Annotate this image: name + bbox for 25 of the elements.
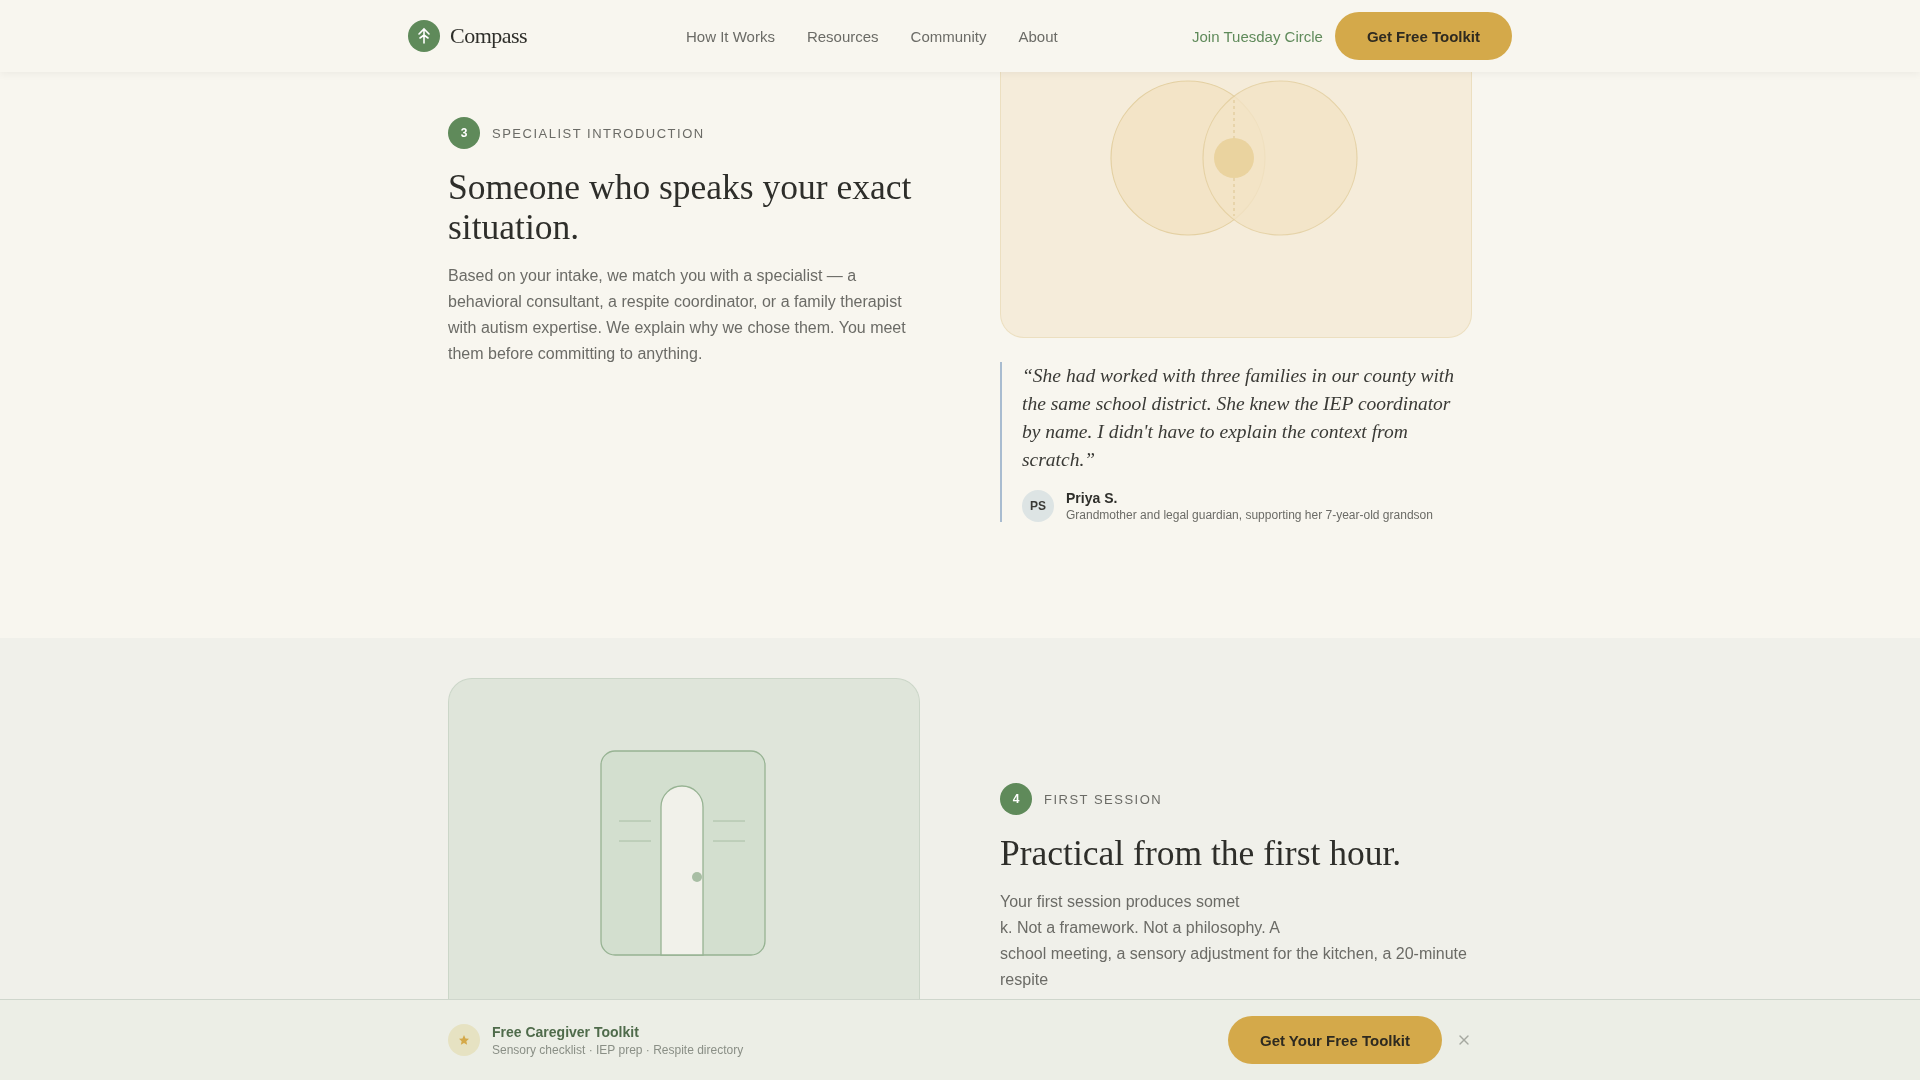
nav-link[interactable]: Community: [910, 27, 987, 45]
step-number: 4: [1000, 783, 1032, 815]
section-heading: Practical from the first hour.: [1000, 833, 1403, 873]
step-label: FIRST SESSION: [1044, 791, 1163, 807]
section-body: Based on your intake, we match you with a specialist — a behavioral consultant, a respite coordinator, or a family therapist with autism expertise. We explain why we chose them. You meet them before committing to anything.: [448, 266, 907, 364]
banner-title: Free Caregiver Toolkit: [492, 1023, 640, 1040]
logo-icon: [408, 20, 440, 52]
step-label: SPECIALIST INTRODUCTION: [492, 125, 705, 141]
toolkit-button[interactable]: Get Your Free Toolkit: [1227, 1016, 1442, 1064]
author-name: Priya S.: [1066, 490, 1119, 506]
section-body: Your first session produces somet: [1000, 892, 1240, 912]
avatar-initials: PS: [1022, 490, 1054, 522]
banner-subtitle: Sensory checklist · IEP prep · Respite directory: [492, 1042, 744, 1057]
nav-link[interactable]: Resources: [806, 27, 879, 45]
join-link[interactable]: Join Tuesday Circle: [1192, 27, 1323, 45]
toolkit-button[interactable]: Get Free Toolkit: [1334, 12, 1512, 60]
section-body: k. Not a framework. Not a philosophy. A: [1000, 918, 1280, 938]
logo-text: Compass: [450, 23, 528, 49]
step-number: 3: [448, 117, 480, 149]
author-role: Grandmother and legal guardian, supporting her 7-year-old grandson: [1066, 508, 1433, 522]
quote-text: “She had worked with three families in our county with the same school district. She knew the IEP coordinator by name. I didn't have to explain the context from scratch.”: [1022, 364, 1456, 472]
section-body: school meeting, a sensory adjustment for the kitchen, a 20-minute respite: [1000, 944, 1468, 990]
nav-link[interactable]: How It Works: [686, 27, 775, 45]
section-heading: Someone who speaks your exact situation.: [448, 167, 913, 247]
nav-link[interactable]: About: [1018, 27, 1058, 45]
